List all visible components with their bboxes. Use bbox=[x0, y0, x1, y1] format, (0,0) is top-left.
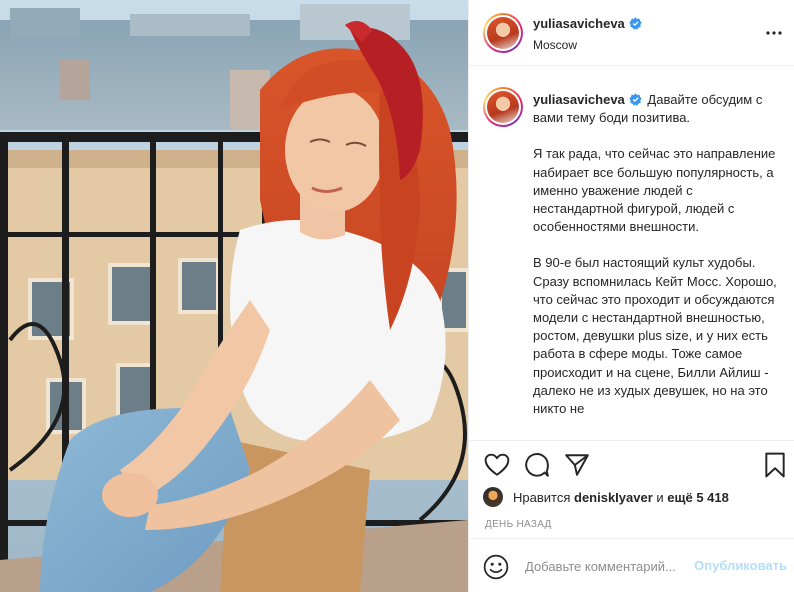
likes-prefix: Нравится bbox=[513, 489, 571, 505]
post-image bbox=[0, 0, 468, 592]
caption-username-text[interactable]: yuliasavicheva bbox=[533, 92, 625, 107]
post-timestamp[interactable]: ДЕНЬ НАЗАД bbox=[485, 519, 552, 530]
caption-intro-paragraph: yuliasavicheva Давайте обсудим с вами те… bbox=[533, 91, 783, 127]
like-button[interactable] bbox=[483, 451, 511, 479]
smiley-icon[interactable] bbox=[483, 554, 509, 580]
liker-avatar[interactable] bbox=[483, 487, 503, 507]
verified-badge-icon bbox=[629, 17, 642, 30]
post-details-panel: yuliasavicheva Moscow yuliasavicheva Дав… bbox=[468, 0, 794, 592]
post-location[interactable]: Moscow bbox=[533, 38, 577, 52]
author-username-text[interactable]: yuliasavicheva bbox=[533, 16, 625, 31]
heart-icon bbox=[484, 453, 510, 476]
comment-button[interactable] bbox=[523, 451, 551, 479]
post-header: yuliasavicheva Moscow bbox=[469, 0, 794, 66]
more-options-button[interactable] bbox=[763, 22, 785, 44]
comment-form: Опубликовать bbox=[469, 538, 794, 592]
likes-count-link[interactable]: ещё 5 418 bbox=[667, 490, 729, 505]
caption-avatar[interactable] bbox=[483, 87, 523, 127]
verified-badge-icon bbox=[629, 93, 642, 106]
paper-plane-icon bbox=[565, 454, 589, 476]
comment-icon bbox=[525, 453, 549, 477]
share-button[interactable] bbox=[563, 451, 591, 479]
avatar-image bbox=[487, 17, 519, 49]
post-caption: yuliasavicheva Давайте обсудим с вами те… bbox=[469, 67, 794, 439]
liker-username[interactable]: deniskIyaver bbox=[574, 490, 653, 505]
bookmark-icon bbox=[765, 452, 785, 478]
caption-text: yuliasavicheva Давайте обсудим с вами те… bbox=[533, 91, 783, 436]
more-icon bbox=[766, 31, 782, 35]
likes-summary: Нравится deniskIyaver и ещё 5 418 bbox=[483, 487, 729, 507]
author-username[interactable]: yuliasavicheva bbox=[533, 16, 642, 31]
caption-paragraph: Я так рада, что сейчас это направление н… bbox=[533, 146, 776, 235]
comment-input[interactable] bbox=[525, 555, 685, 577]
likes-joiner: и bbox=[656, 489, 664, 505]
publish-button[interactable]: Опубликовать bbox=[694, 558, 787, 573]
save-button[interactable] bbox=[761, 451, 789, 479]
caption-avatar-image bbox=[487, 91, 519, 123]
post-photo[interactable] bbox=[0, 0, 468, 592]
avatar[interactable] bbox=[483, 13, 523, 53]
caption-username[interactable]: yuliasavicheva bbox=[533, 92, 642, 107]
caption-paragraph: В 90-е был настоящий культ худобы. Сразу… bbox=[533, 255, 777, 417]
